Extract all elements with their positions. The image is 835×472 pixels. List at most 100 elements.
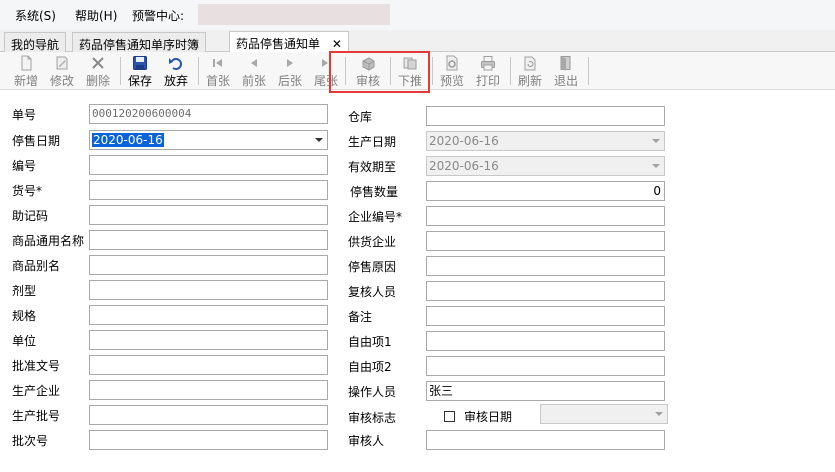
alias-field[interactable] <box>89 255 328 275</box>
supplier-field[interactable] <box>426 231 665 251</box>
company-no-label: 企业编号* <box>348 210 403 224</box>
tab-label: 药品停售通知单序时簿 <box>79 38 200 52</box>
alert-center-label: 预警中心: <box>132 9 185 23</box>
delete-icon <box>92 57 104 69</box>
remark-label: 备注 <box>348 310 373 324</box>
chevron-down-icon[interactable] <box>315 138 323 142</box>
code-field[interactable] <box>89 155 328 175</box>
refresh-icon <box>524 56 536 71</box>
stop-qty-label: 停售数量 <box>350 185 399 199</box>
auditor-field[interactable] <box>426 430 665 450</box>
mnemonic-field[interactable] <box>89 205 328 225</box>
stop-date-dropdown[interactable]: 2020-06-16 <box>89 130 328 150</box>
item-no-field[interactable] <box>89 180 328 200</box>
discard-button[interactable]: 放弃 <box>159 54 193 88</box>
audit-flag-checkbox[interactable] <box>444 411 455 422</box>
tab-label: 我的导航 <box>11 38 60 52</box>
toolbar-separator <box>432 57 433 85</box>
supplier-label: 供货企业 <box>348 235 397 249</box>
code-label: 编号 <box>12 159 37 173</box>
stop-date-value: 2020-06-16 <box>92 133 164 147</box>
dosage-form-field[interactable] <box>89 280 328 300</box>
print-preview-icon <box>446 55 458 71</box>
new-document-icon <box>21 55 32 71</box>
generic-name-field[interactable] <box>89 230 328 250</box>
prod-batch-label: 生产批号 <box>12 409 61 423</box>
chevron-down-icon[interactable] <box>655 412 663 416</box>
spec-label: 规格 <box>12 309 37 323</box>
expiry-dropdown[interactable]: 2020-06-16 <box>426 156 665 176</box>
spec-field[interactable] <box>89 305 328 325</box>
reason-field[interactable] <box>426 256 665 276</box>
tab-my-navigation[interactable]: 我的导航 <box>4 32 67 52</box>
free1-field[interactable] <box>426 331 665 351</box>
free2-field[interactable] <box>426 356 665 376</box>
first-record-button[interactable]: 首张 <box>201 54 235 88</box>
print-button[interactable]: 打印 <box>471 54 505 88</box>
save-disk-icon <box>133 56 147 70</box>
delete-button[interactable]: 删除 <box>81 54 115 88</box>
audit-flag-label: 审核标志 <box>348 411 397 425</box>
operator-label: 操作人员 <box>348 385 397 399</box>
first-record-icon <box>213 59 222 67</box>
reviewer-label: 复核人员 <box>348 285 397 299</box>
expiry-value: 2020-06-16 <box>429 159 499 173</box>
menu-system[interactable]: 系统(S) <box>15 7 56 24</box>
unit-field[interactable] <box>89 330 328 350</box>
edit-button[interactable]: 修改 <box>45 54 79 88</box>
next-record-button[interactable]: 后张 <box>273 54 307 88</box>
close-icon[interactable]: ✕ <box>332 37 342 51</box>
toolbar-separator <box>588 57 589 85</box>
stop-qty-field[interactable]: 0 <box>426 181 665 201</box>
audit-push-highlight <box>329 51 430 93</box>
approval-no-field[interactable] <box>89 355 328 375</box>
exit-button[interactable]: 退出 <box>549 54 583 88</box>
toolbar-separator <box>198 57 199 85</box>
reviewer-field[interactable] <box>426 281 665 301</box>
manufacturer-field[interactable] <box>89 380 328 400</box>
menu-bar: 系统(S) 帮助(H) 预警中心: <box>0 0 835 30</box>
prev-record-button[interactable]: 前张 <box>237 54 271 88</box>
preview-button[interactable]: 预览 <box>435 54 469 88</box>
refresh-button[interactable]: 刷新 <box>513 54 547 88</box>
operator-field[interactable]: 张三 <box>426 381 665 401</box>
exit-door-icon <box>560 56 571 71</box>
free1-label: 自由项1 <box>348 335 392 349</box>
reason-label: 停售原因 <box>348 260 397 274</box>
remark-field[interactable] <box>426 306 665 326</box>
prod-date-value: 2020-06-16 <box>429 134 499 148</box>
tab-stop-sale-list[interactable]: 药品停售通知单序时簿 <box>72 32 207 52</box>
auditor-label: 审核人 <box>348 434 385 448</box>
alert-center-box[interactable] <box>198 4 390 25</box>
generic-name-label: 商品通用名称 <box>12 234 85 248</box>
chevron-down-icon[interactable] <box>652 164 660 168</box>
lot-no-label: 批次号 <box>12 434 49 448</box>
menu-help[interactable]: 帮助(H) <box>75 7 117 24</box>
audit-date-dropdown[interactable] <box>540 404 668 424</box>
mnemonic-label: 助记码 <box>12 209 49 223</box>
dosage-form-label: 剂型 <box>12 284 37 298</box>
expiry-label: 有效期至 <box>348 160 397 174</box>
tab-stop-sale-form[interactable]: 药品停售通知单 ✕ <box>229 31 349 52</box>
prod-batch-field[interactable] <box>89 405 328 425</box>
chevron-down-icon[interactable] <box>652 139 660 143</box>
save-button[interactable]: 保存 <box>123 54 157 88</box>
tab-label: 药品停售通知单 <box>236 37 321 51</box>
stop-date-label: 停售日期 <box>12 134 61 148</box>
audit-date-label: 审核日期 <box>464 410 513 424</box>
warehouse-label: 仓库 <box>348 110 373 124</box>
bill-no-field[interactable]: 000120200600004 <box>89 104 328 124</box>
item-no-label: 货号* <box>12 184 43 198</box>
manufacturer-label: 生产企业 <box>12 384 61 398</box>
company-no-field[interactable] <box>426 206 665 226</box>
lot-no-field[interactable] <box>89 430 328 450</box>
toolbar-separator <box>510 57 511 85</box>
edit-icon <box>56 56 68 70</box>
warehouse-field[interactable] <box>426 106 665 126</box>
prod-date-dropdown[interactable]: 2020-06-16 <box>426 131 665 151</box>
unit-label: 单位 <box>12 334 37 348</box>
approval-no-label: 批准文号 <box>12 359 61 373</box>
printer-icon <box>481 56 495 71</box>
alias-label: 商品别名 <box>12 259 61 273</box>
new-button[interactable]: 新增 <box>9 54 43 88</box>
